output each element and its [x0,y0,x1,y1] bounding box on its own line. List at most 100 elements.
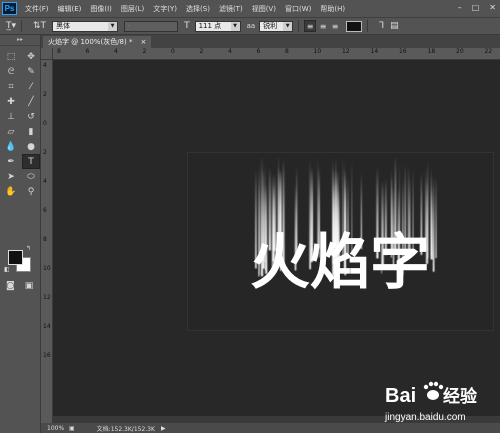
mode-row: ◙ ▣ [6,281,33,291]
screen-mode-icon[interactable]: ▣ [25,281,34,291]
menu-item[interactable]: 选择(S) [186,4,210,14]
hand-tool-icon[interactable]: ✋ [2,184,20,199]
ruler-tick-label: 2 [199,48,204,55]
horizontal-ruler[interactable]: 8 6 4 2 0 2 4 6 8 10 12 14 16 18 20 22 [53,48,500,60]
document-canvas[interactable]: 火焰字 [187,152,494,331]
menu-item[interactable]: 帮助(H) [320,4,345,14]
ruler-tick-label: 14 [370,48,379,55]
eyedropper-tool-icon[interactable]: ⁄ [22,79,40,94]
flame-streak [430,167,432,256]
menu-bar: Ps 文件(F) 编辑(E) 图像(I) 图层(L) 文字(Y) 选择(S) 滤镜(T) 视图… [0,0,500,17]
ruler-tick-label: 16 [43,352,51,359]
ruler-tick-label: 10 [313,48,322,55]
menu-item[interactable]: 视图(V) [252,4,276,14]
photoshop-logo: Ps [2,2,17,15]
move-tool-icon[interactable]: ✥ [22,49,40,64]
watermark-brand: Bai [385,385,416,407]
paw-icon [423,381,444,400]
menu-item[interactable]: 文件(F) [25,4,49,14]
quick-select-tool-icon[interactable]: ✎ [22,64,40,79]
window-controls: – □ ✕ [458,3,496,12]
document-tab-title: 火焰字 @ 100%(灰色/8) * [48,38,133,46]
maximize-icon[interactable]: □ [472,3,480,12]
blur-tool-icon[interactable]: 💧 [2,139,20,154]
warp-text-icon[interactable]: Ꞁ [379,21,384,31]
font-family-select[interactable]: 黑体 ▼ [52,20,119,32]
status-menu-icon[interactable]: ▣ [69,425,75,432]
color-swatches: ◧ ↰ [4,245,34,275]
zoom-level[interactable]: 100% [47,425,69,432]
text-orientation-icon[interactable]: ⇅T [33,21,46,31]
gradient-tool-icon[interactable]: ▮ [22,124,40,139]
crop-tool-icon[interactable]: ⌗ [2,79,20,94]
baidu-watermark: Bai 经验 jingyan.baidu.com [383,378,495,428]
vertical-ruler[interactable]: 4 2 0 2 4 6 8 10 12 14 16 [41,60,53,423]
lasso-tool-icon[interactable]: ᘓ [2,64,20,79]
pen-tool-icon[interactable]: ✒ [2,154,20,169]
ruler-tick-label: 8 [57,48,61,55]
watermark-url: jingyan.baidu.com [384,412,466,423]
menu-list: 文件(F) 编辑(E) 图像(I) 图层(L) 文字(Y) 选择(S) 滤镜(T) 视图(V)… [25,4,354,14]
ruler-tick-label: 4 [43,178,47,185]
minimize-icon[interactable]: – [458,3,462,12]
chevron-down-icon: ▼ [283,21,293,31]
chevron-down-icon: ▼ [108,21,118,31]
character-panel-icon[interactable]: ▤ [390,21,399,31]
menu-item[interactable]: 图层(L) [121,4,144,14]
marquee-tool-icon[interactable]: ⬚ [2,49,20,64]
antialias-value: 锐利 [263,22,278,30]
default-colors-icon[interactable]: ◧ [4,266,10,273]
clone-stamp-tool-icon[interactable]: ⊥ [2,109,20,124]
tools-panel: ▸▸ ⬚ ✥ ᘓ ✎ ⌗ ⁄ ✚ ╱ ⊥ ↺ ▱ ▮ 💧 ● ✒ T ➤ ⬭ ✋… [0,35,41,433]
dodge-tool-icon[interactable]: ● [22,139,40,154]
panel-grip-icon[interactable]: ▸▸ [0,35,40,46]
font-family-value: 黑体 [56,22,71,30]
antialias-select[interactable]: 锐利 ▼ [259,20,294,32]
options-bar: T̲▾ ⇅T 黑体 ▼ - T 111 点 ▼ aa 锐利 ▼ ≡ ≡ ≡ Ꞁ … [0,17,500,35]
shape-tool-icon[interactable]: ⬭ [22,169,40,184]
status-arrow-icon[interactable]: ▶ [161,425,166,432]
align-right-icon[interactable]: ≡ [330,21,340,31]
ruler-tick-label: 20 [456,48,464,55]
swap-colors-icon[interactable]: ↰ [26,245,31,252]
ruler-tick-label: 4 [114,48,118,55]
align-center-icon[interactable]: ≡ [318,21,328,31]
quick-mask-icon[interactable]: ◙ [6,281,15,291]
menu-item[interactable]: 编辑(E) [58,4,82,14]
ruler-tick-label: 4 [228,48,232,55]
document-panel: 火焰字 @ 100%(灰色/8) * × 8 6 4 2 0 2 4 6 8 10 12 14 16 18… [41,35,500,433]
align-left-icon[interactable]: ≡ [304,20,317,32]
eraser-tool-icon[interactable]: ▱ [2,124,20,139]
font-size-select[interactable]: 111 点 ▼ [194,20,241,32]
ruler-tick-label: 10 [43,265,51,272]
menu-item[interactable]: 滤镜(T) [219,4,243,14]
close-icon[interactable]: ✕ [489,3,496,12]
chevron-down-icon: ▼ [230,21,240,31]
ruler-tick-label: 8 [43,236,47,243]
font-size-icon: T [184,21,190,31]
brush-tool-icon[interactable]: ╱ [22,94,40,109]
flame-streak [435,176,437,258]
ruler-tick-label: 16 [399,48,407,55]
document-tab[interactable]: 火焰字 @ 100%(灰色/8) * × [43,36,152,48]
zoom-tool-icon[interactable]: ⚲ [22,184,40,199]
healing-brush-tool-icon[interactable]: ✚ [2,94,20,109]
menu-item[interactable]: 窗口(W) [285,4,311,14]
font-style-select[interactable]: - [124,20,179,32]
separator [21,20,23,32]
tab-bar: 火焰字 @ 100%(灰色/8) * × [41,35,500,48]
type-tool-icon[interactable]: T̲▾ [6,21,16,31]
ruler-tick-label: 4 [43,62,47,69]
text-color-swatch[interactable] [346,20,363,32]
history-brush-tool-icon[interactable]: ↺ [22,109,40,124]
flame-streak [432,176,435,272]
menu-item[interactable]: 文字(Y) [153,4,177,14]
separator [367,20,369,32]
antialias-label: aa [246,22,256,30]
path-select-tool-icon[interactable]: ➤ [2,169,20,184]
menu-item[interactable]: 图像(I) [90,4,112,14]
foreground-color-swatch[interactable] [8,250,23,265]
type-tool-icon[interactable]: T [22,154,40,169]
tab-close-icon[interactable]: × [140,36,146,48]
baidu-logo: Bai 经验 jingyan.baidu.com [384,381,478,423]
